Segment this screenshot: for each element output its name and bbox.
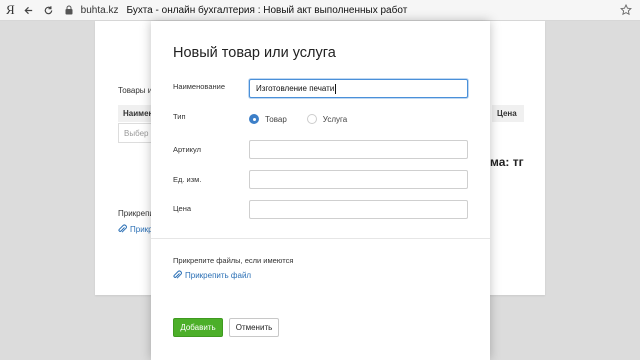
attach-file-link[interactable]: Прикр — [118, 224, 153, 234]
type-service-radio[interactable]: Услуга — [306, 114, 348, 124]
type-field-label: Тип — [173, 112, 186, 121]
radio-unchecked-icon — [306, 114, 317, 124]
attach-files-hint: Прикрепите файлы, если имеются — [173, 256, 294, 265]
cancel-button[interactable]: Отменить — [229, 318, 279, 337]
unit-field-label: Ед. изм. — [173, 175, 202, 184]
name-field[interactable]: Изготовление печати — [249, 79, 468, 98]
type-service-label: Услуга — [322, 114, 348, 124]
price-column-header: Цена — [492, 105, 524, 122]
price-field[interactable] — [249, 200, 468, 219]
name-field-value: Изготовление печати — [256, 84, 335, 93]
reload-icon[interactable] — [41, 2, 57, 18]
total-label: ма: тг — [490, 155, 524, 169]
article-field-label: Артикул — [173, 145, 201, 154]
article-field[interactable] — [249, 140, 468, 159]
paperclip-icon — [173, 270, 183, 280]
address-host[interactable]: buhta.kz — [81, 5, 119, 16]
section-divider — [151, 238, 490, 239]
radio-checked-icon — [249, 114, 259, 124]
page-title: Бухта - онлайн бухгалтерия : Новый акт в… — [126, 4, 408, 16]
attach-file-link[interactable]: Прикрепить файл — [173, 270, 251, 280]
unit-field[interactable] — [249, 170, 468, 189]
yandex-logo-icon[interactable]: Я — [6, 2, 15, 18]
back-arrow-icon[interactable] — [21, 2, 37, 18]
browser-toolbar: Я buhta.kz Бухта - онлайн бухгалтерия : … — [0, 0, 640, 21]
goods-label: Товары и — [118, 86, 153, 95]
type-goods-label: Товар — [265, 114, 287, 124]
price-field-label: Цена — [173, 204, 192, 213]
attach-file-link-label: Прикрепить файл — [185, 270, 252, 280]
dialog-title: Новый товар или услуга — [173, 45, 336, 61]
attach-files-label: Прикрепи — [118, 209, 154, 218]
text-caret — [335, 83, 337, 94]
type-radio-group: Товар Услуга — [249, 114, 367, 124]
attach-file-link-label: Прикр — [130, 224, 153, 234]
new-item-dialog: Новый товар или услуга Наименование Изго… — [151, 21, 490, 360]
name-field-label: Наименование — [173, 82, 225, 91]
bookmark-star-icon[interactable] — [618, 2, 634, 18]
lock-icon — [61, 2, 77, 18]
type-goods-radio[interactable]: Товар — [249, 114, 287, 124]
add-button[interactable]: Добавить — [173, 318, 223, 337]
paperclip-icon — [118, 224, 128, 234]
